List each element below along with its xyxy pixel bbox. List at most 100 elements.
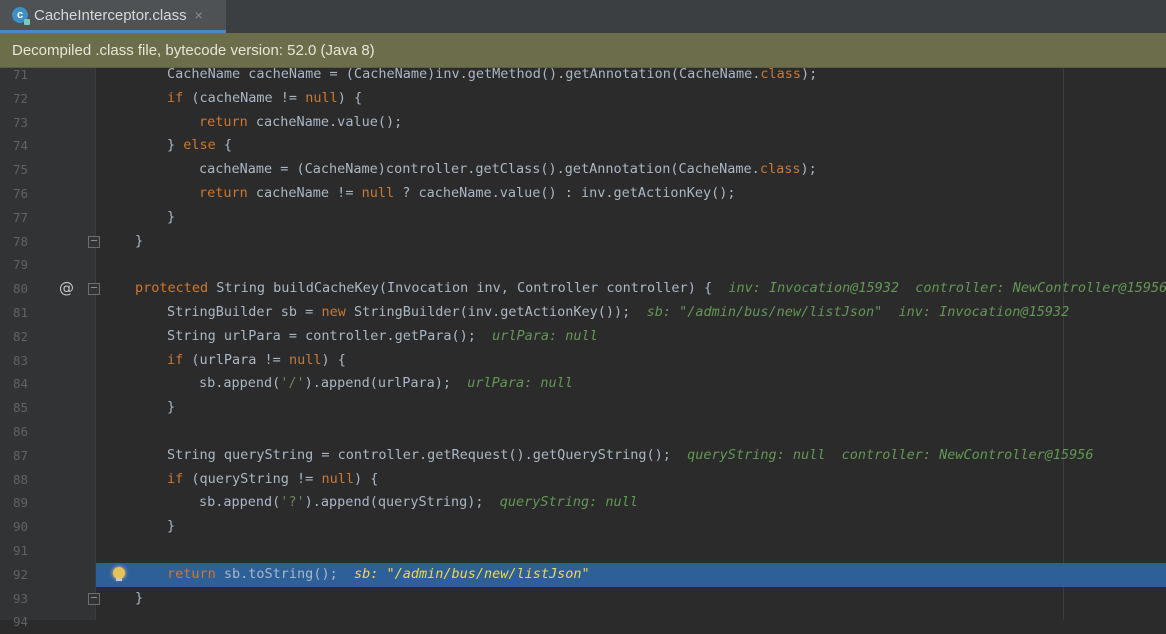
keyword-token: new	[321, 304, 346, 320]
line-number[interactable]: 90	[0, 515, 28, 539]
code-text[interactable]: CacheName cacheName = (CacheName)inv.get…	[167, 63, 817, 87]
code-text[interactable]: sb.append('/').append(urlPara); urlPara:…	[199, 372, 573, 396]
code-line[interactable]: 73 return cacheName.value();	[0, 111, 1166, 135]
code-text[interactable]: sb.append('?').append(queryString); quer…	[199, 491, 638, 515]
code-text[interactable]: if (queryString != null) {	[167, 468, 378, 492]
code-token: );	[800, 161, 817, 178]
line-number[interactable]: 79	[0, 253, 28, 277]
code-token: );	[800, 66, 818, 82]
code-line[interactable]: 89 sb.append('?').append(queryString); qu…	[0, 491, 1166, 515]
code-text[interactable]: } else {	[167, 134, 232, 158]
keyword-token: if	[167, 470, 184, 487]
line-number[interactable]: 78	[0, 230, 28, 254]
fold-marker-icon[interactable]	[88, 283, 100, 296]
tab-cache-interceptor[interactable]: c CacheInterceptor.class ×	[0, 0, 226, 33]
code-line[interactable]: 78}	[0, 230, 1166, 254]
inline-debug-value: queryString: null	[499, 494, 638, 511]
code-line[interactable]: 87 String queryString = controller.getReq…	[0, 444, 1166, 468]
code-text[interactable]: }	[167, 206, 175, 230]
line-number[interactable]: 73	[0, 111, 28, 135]
code-line[interactable]: 77}	[0, 206, 1166, 230]
inline-debug-value: sb: "/admin/bus/new/listJson" inv: Invoc…	[646, 304, 1070, 320]
lightbulb-icon[interactable]	[113, 566, 125, 581]
line-number[interactable]: 84	[0, 372, 28, 396]
code-text[interactable]: StringBuilder sb = new StringBuilder(inv…	[167, 301, 1069, 325]
code-text[interactable]: return cacheName != null ? cacheName.val…	[199, 182, 735, 206]
line-number[interactable]: 81	[0, 301, 28, 325]
line-number[interactable]: 75	[0, 158, 28, 182]
inline-debug-value: urlPara: null	[467, 375, 573, 392]
code-token: (cacheName !=	[183, 89, 306, 106]
code-line[interactable]: 83 if (urlPara != null) {	[0, 349, 1166, 373]
override-marker-icon[interactable]: @	[59, 279, 74, 297]
code-line[interactable]: 86	[0, 420, 1166, 444]
code-line[interactable]: 72 if (cacheName != null) {	[0, 87, 1166, 111]
code-line[interactable]: 81 StringBuilder sb = new StringBuilder(i…	[0, 301, 1166, 325]
code-line[interactable]: 94	[0, 610, 1166, 634]
code-line[interactable]: 84 sb.append('/').append(urlPara); urlPar…	[0, 372, 1166, 396]
code-text[interactable]: cacheName = (CacheName)controller.getCla…	[199, 158, 817, 182]
line-number[interactable]: 92	[0, 563, 28, 587]
editor-tab-bar: c CacheInterceptor.class ×	[0, 0, 1166, 34]
code-token: ).append(queryString);	[304, 494, 500, 511]
keyword-token: null	[305, 89, 338, 106]
code-line[interactable]: 82 String urlPara = controller.getPara();…	[0, 325, 1166, 349]
code-line[interactable]: 75 cacheName = (CacheName)controller.getC…	[0, 158, 1166, 182]
code-token: ? cacheName.value() : inv.getActionKey()…	[394, 185, 736, 201]
keyword-token: protected	[135, 280, 209, 297]
code-text[interactable]: String urlPara = controller.getPara(); u…	[167, 325, 598, 349]
keyword-token: return	[199, 113, 248, 130]
code-line[interactable]: 88 if (queryString != null) {	[0, 468, 1166, 492]
line-number[interactable]: 83	[0, 349, 28, 373]
banner-text: Decompiled .class file, bytecode version…	[12, 41, 375, 59]
code-text[interactable]: }	[135, 230, 143, 254]
code-editor[interactable]: 71 CacheName cacheName = (CacheName)inv.g…	[0, 66, 1166, 629]
code-token: (queryString !=	[183, 470, 322, 487]
code-text[interactable]: }	[135, 587, 143, 611]
code-line[interactable]: 74 } else {	[0, 134, 1166, 158]
line-number[interactable]: 86	[0, 420, 28, 444]
code-text[interactable]: }	[167, 515, 175, 539]
code-token: sb.append(	[199, 375, 281, 392]
code-token: }	[167, 208, 176, 225]
code-line[interactable]: 90}	[0, 515, 1166, 539]
code-line[interactable]: 76 return cacheName != null ? cacheName.v…	[0, 182, 1166, 206]
code-line[interactable]: 91	[0, 539, 1166, 563]
line-number[interactable]: 72	[0, 87, 28, 111]
line-number[interactable]: 76	[0, 182, 28, 206]
code-token: cacheName.value();	[247, 113, 403, 130]
keyword-token: return	[167, 565, 216, 582]
fold-marker-icon[interactable]	[88, 235, 100, 248]
keyword-token: return	[199, 185, 248, 201]
line-number[interactable]: 71	[0, 63, 28, 87]
code-text[interactable]: if (cacheName != null) {	[167, 87, 362, 111]
code-line[interactable]: 93}	[0, 587, 1166, 611]
code-line[interactable]: 79	[0, 253, 1166, 277]
line-number[interactable]: 93	[0, 587, 28, 611]
fold-marker-icon[interactable]	[88, 592, 100, 605]
line-number[interactable]: 87	[0, 444, 28, 468]
code-line[interactable]: 80 protected String buildCacheKey(Invocat…	[0, 277, 1166, 301]
code-token: {	[215, 137, 233, 154]
code-text[interactable]: String queryString = controller.getReque…	[167, 444, 1094, 468]
code-text[interactable]: return sb.toString(); sb: "/admin/bus/ne…	[167, 563, 590, 587]
keyword-token: null	[361, 185, 395, 201]
code-text[interactable]: return cacheName.value();	[199, 111, 402, 135]
code-text[interactable]: if (urlPara != null) {	[167, 349, 346, 373]
close-icon[interactable]: ×	[195, 7, 203, 23]
code-token: }	[167, 399, 176, 416]
line-number[interactable]: 77	[0, 206, 28, 230]
line-number[interactable]: 94	[0, 610, 28, 634]
line-number[interactable]: 88	[0, 468, 28, 492]
code-line[interactable]: 85}	[0, 396, 1166, 420]
code-text[interactable]: }	[167, 396, 175, 420]
line-number[interactable]: 74	[0, 134, 28, 158]
code-text[interactable]: protected String buildCacheKey(Invocatio…	[135, 277, 1166, 301]
line-number[interactable]: 89	[0, 491, 28, 515]
current-execution-line[interactable]: 92 return sb.toString(); sb: "/admin/bus/…	[0, 562, 1166, 587]
line-number[interactable]: 82	[0, 325, 28, 349]
code-line[interactable]: 71 CacheName cacheName = (CacheName)inv.g…	[0, 63, 1166, 87]
line-number[interactable]: 85	[0, 396, 28, 420]
line-number[interactable]: 91	[0, 539, 28, 563]
line-number[interactable]: 80	[0, 277, 28, 301]
